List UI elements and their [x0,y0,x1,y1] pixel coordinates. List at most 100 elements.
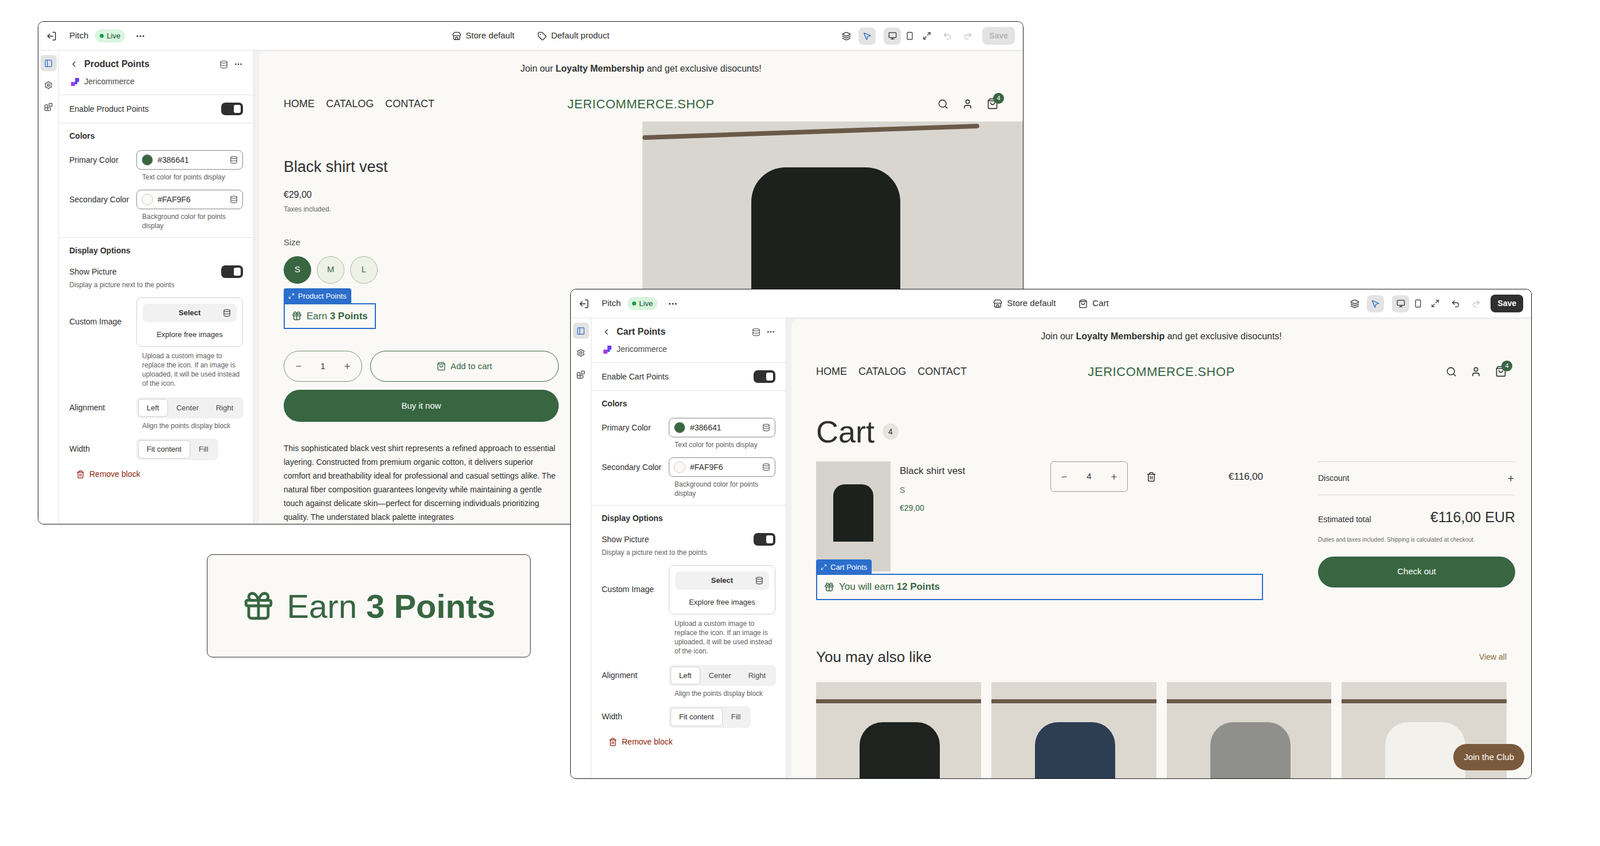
device-button[interactable] [1426,295,1444,313]
device-button[interactable] [1409,295,1427,313]
save-button[interactable]: Save [982,26,1015,45]
inspector-button[interactable] [858,27,876,45]
minus-icon[interactable] [294,362,303,371]
size-option[interactable]: S [283,256,312,284]
toggle[interactable] [221,102,243,116]
back-icon[interactable] [69,59,79,69]
size-option[interactable]: M [316,256,345,284]
color-field[interactable]: #386641 [136,150,243,170]
size-option[interactable]: L [350,256,378,284]
color-swatch[interactable] [673,421,686,434]
database-icon[interactable] [762,423,771,432]
select-button[interactable]: Select [675,571,770,590]
search-icon[interactable] [1445,366,1457,378]
rail-button[interactable] [40,98,57,115]
exit-icon[interactable] [46,30,57,42]
redo-button[interactable] [1467,295,1485,313]
database-icon[interactable] [229,155,238,164]
undo-button[interactable] [938,27,956,45]
image-picker[interactable]: Select Explore free images [136,297,243,347]
rail-button[interactable] [573,366,590,383]
remove-block-button[interactable]: Remove block [601,735,776,748]
nav-link[interactable]: HOME [283,96,315,112]
color-field[interactable]: #FAF9F6 [136,189,243,210]
nav-link[interactable]: CATALOG [326,96,374,112]
rail-button[interactable] [40,55,57,72]
device-button[interactable] [918,27,936,45]
rail-button[interactable] [40,76,57,93]
segment-option[interactable]: Right [207,398,242,418]
database-icon[interactable] [751,327,761,337]
product-card-image[interactable] [1166,681,1332,779]
search-icon[interactable] [937,98,949,110]
points-block[interactable]: Cart PointsYou will earn 12 Points [816,573,1264,600]
more-icon[interactable] [667,298,678,309]
account-icon[interactable] [1470,366,1482,378]
nav-link[interactable]: HOME [816,363,847,380]
template-selector[interactable]: Cart [1078,296,1109,311]
database-icon[interactable] [222,308,231,317]
view-all-link[interactable]: View all [1479,651,1507,664]
cart-button[interactable]: 4 [986,97,999,110]
more-icon[interactable] [233,59,243,69]
more-icon[interactable] [766,327,776,337]
database-icon[interactable] [755,576,764,585]
inspector-button[interactable] [1366,295,1384,313]
store-logo[interactable]: JERICOMMERCE.SHOP [522,94,761,114]
store-selector[interactable]: Store default [993,296,1056,311]
explore-images-link[interactable]: Explore free images [688,596,756,609]
color-swatch[interactable] [141,193,154,206]
rail-button[interactable] [573,344,590,361]
save-button[interactable]: Save [1490,294,1524,313]
segment-option[interactable]: Fit content [670,707,723,727]
store-logo[interactable]: JERICOMMERCE.SHOP [1046,362,1277,382]
database-icon[interactable] [219,60,229,69]
back-icon[interactable] [601,327,611,337]
device-button[interactable] [900,27,919,45]
segment-option[interactable]: Fit content [138,440,191,459]
product-card-image[interactable] [991,681,1157,779]
undo-button[interactable] [1446,295,1465,313]
product-card-image[interactable] [816,681,982,779]
add-to-cart-button[interactable]: Add to cart [370,350,559,382]
color-field[interactable]: #386641 [668,417,776,438]
plus-icon[interactable] [1110,472,1119,481]
segment-option[interactable]: Left [670,666,701,685]
nav-link[interactable]: CATALOG [858,363,907,380]
account-icon[interactable] [962,98,974,110]
quantity-stepper[interactable]: 4 [1050,461,1128,492]
exit-icon[interactable] [578,298,590,309]
segment-option[interactable]: Right [739,666,775,685]
segment-option[interactable]: Fill [722,707,750,727]
redo-button[interactable] [959,27,977,45]
nav-link[interactable]: CONTACT [385,96,435,112]
cart-button[interactable]: 4 [1495,365,1507,378]
rail-button[interactable] [573,322,590,339]
more-icon[interactable] [135,30,146,42]
buy-now-button[interactable]: Buy it now [283,389,559,422]
toggle[interactable] [753,370,776,383]
nav-link[interactable]: CONTACT [917,363,967,380]
template-selector[interactable]: Default product [537,29,610,43]
color-swatch[interactable] [673,461,686,473]
segment-option[interactable]: Center [700,666,740,685]
segment-option[interactable]: Left [138,398,168,418]
checkout-button[interactable]: Check out [1318,556,1516,588]
toggle[interactable] [221,265,243,278]
image-picker[interactable]: Select Explore free images [668,565,776,615]
explore-images-link[interactable]: Explore free images [156,328,223,341]
color-field[interactable]: #FAF9F6 [668,457,776,477]
plus-icon[interactable] [343,362,352,371]
quantity-stepper[interactable]: 1 [283,350,363,382]
color-swatch[interactable] [141,154,154,166]
remove-block-button[interactable]: Remove block [69,468,243,481]
minus-icon[interactable] [1060,472,1069,481]
toggle[interactable] [753,532,776,546]
store-selector[interactable]: Store default [452,29,515,43]
select-button[interactable]: Select [142,303,237,323]
database-icon[interactable] [762,463,771,472]
layers-button[interactable] [1346,295,1364,313]
device-button[interactable] [1391,295,1410,313]
layers-button[interactable] [837,27,856,45]
discount-row[interactable]: Discount [1318,461,1516,496]
